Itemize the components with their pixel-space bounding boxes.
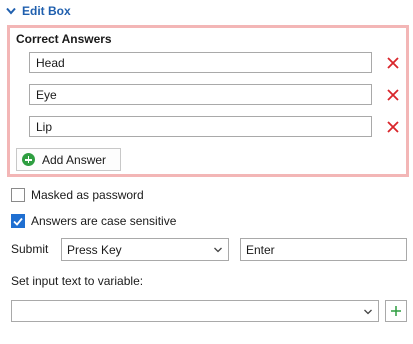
add-answer-label: Add Answer <box>42 152 107 167</box>
answer-input-2[interactable] <box>29 84 372 105</box>
answer-input-3[interactable] <box>29 116 372 137</box>
edit-box-section-header[interactable]: Edit Box <box>4 3 71 19</box>
variable-select[interactable] <box>11 300 379 322</box>
chevron-down-icon <box>214 247 222 253</box>
case-sensitive-checkbox[interactable] <box>11 214 25 228</box>
section-title: Edit Box <box>22 4 71 18</box>
close-icon[interactable] <box>384 86 402 104</box>
submit-key-input[interactable] <box>240 238 407 261</box>
masked-password-checkbox[interactable] <box>11 188 25 202</box>
submit-mode-value: Press Key <box>67 242 122 257</box>
close-icon[interactable] <box>384 54 402 72</box>
checkmark-icon <box>13 217 23 226</box>
correct-answers-title: Correct Answers <box>16 32 112 46</box>
answer-input-1[interactable] <box>29 52 372 73</box>
add-answer-button[interactable]: Add Answer <box>16 148 121 171</box>
masked-password-label: Masked as password <box>31 188 144 202</box>
plus-circle-icon <box>22 153 35 166</box>
submit-label: Submit <box>11 242 49 256</box>
plus-icon <box>391 306 401 316</box>
submit-mode-select[interactable]: Press Key <box>61 238 229 261</box>
add-variable-button[interactable] <box>385 300 407 322</box>
case-sensitive-label: Answers are case sensitive <box>31 214 177 228</box>
chevron-down-icon <box>4 4 18 18</box>
variable-label: Set input text to variable: <box>11 274 144 288</box>
chevron-down-icon <box>364 309 372 315</box>
close-icon[interactable] <box>384 118 402 136</box>
